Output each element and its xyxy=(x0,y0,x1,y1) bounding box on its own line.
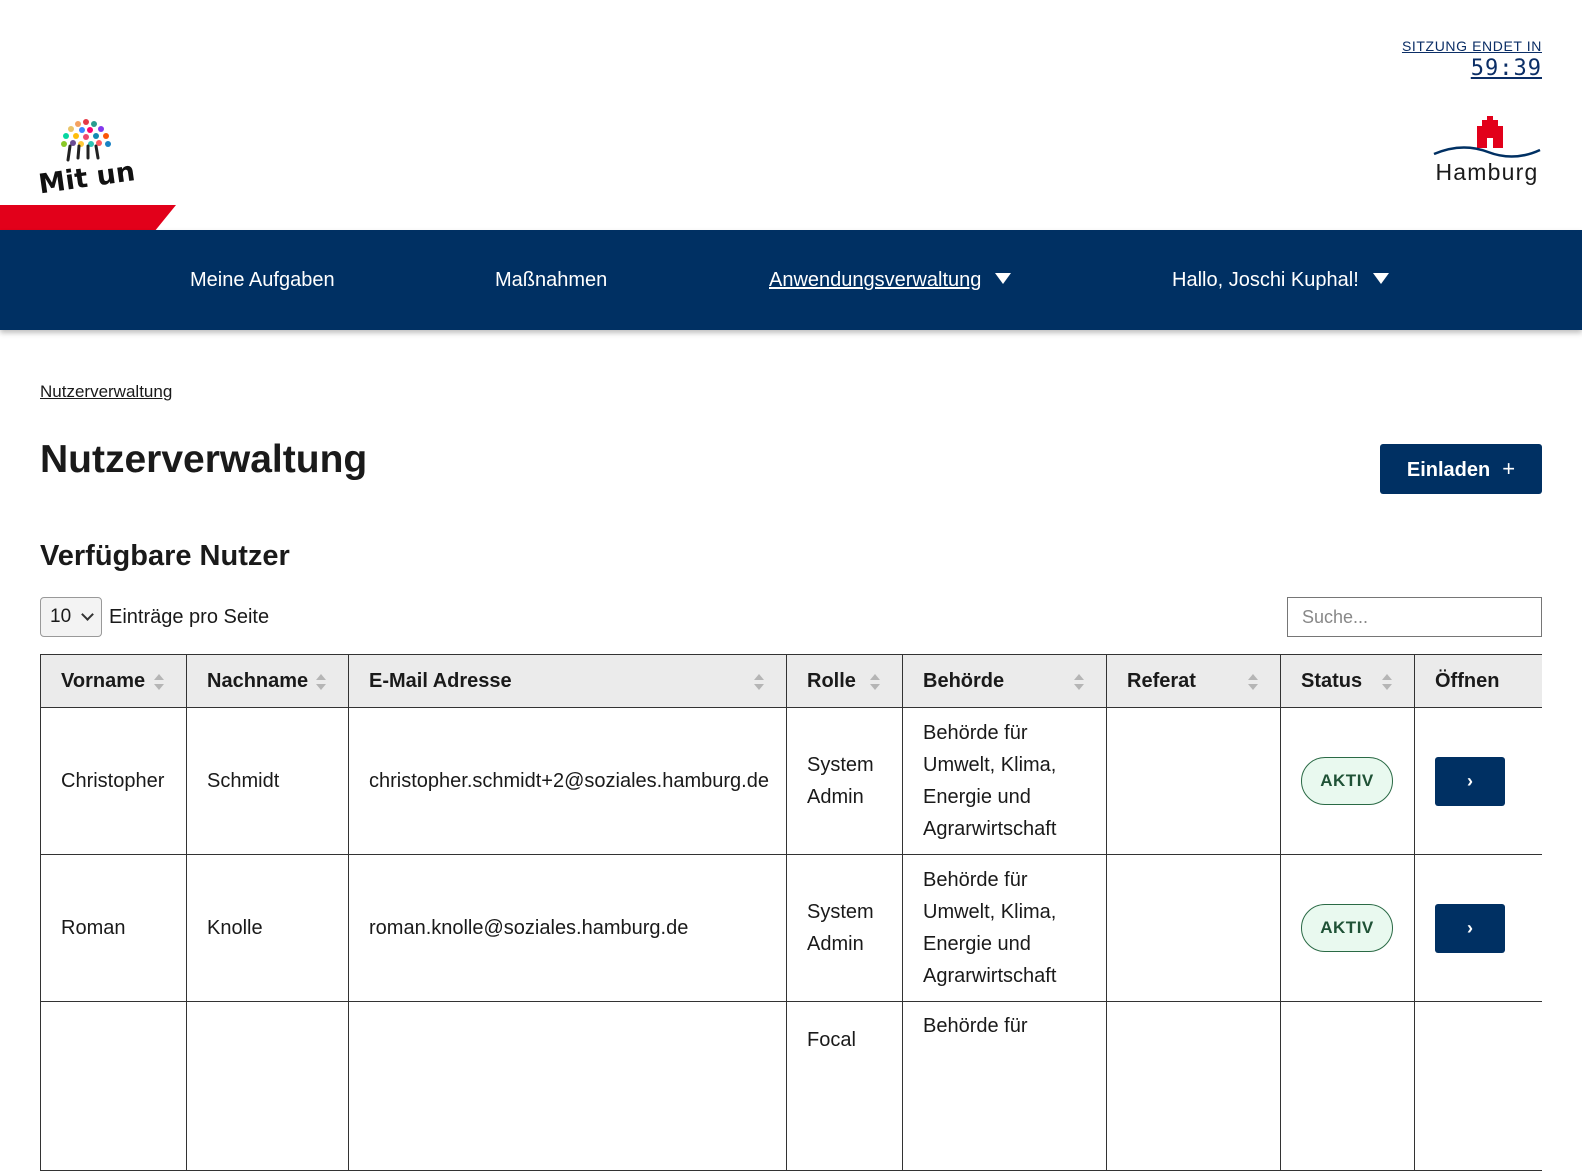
nav-label: Meine Aufgaben xyxy=(190,269,335,291)
cell-status xyxy=(1280,1001,1415,1171)
users-table: Vorname Nachname E-Mail Adresse Rolle Be… xyxy=(40,654,1542,1171)
cell-referat xyxy=(1106,1001,1281,1171)
section-title: Verfügbare Nutzer xyxy=(40,540,290,572)
column-header-label: Öffnen xyxy=(1435,669,1500,692)
cell-email: roman.knolle@soziales.hamburg.de xyxy=(348,854,787,1002)
page-title: Nutzerverwaltung xyxy=(40,438,368,481)
cell-open: › xyxy=(1414,854,1542,1002)
sort-icon[interactable] xyxy=(1382,674,1392,690)
cell-vorname xyxy=(40,1001,187,1171)
chevron-right-icon: › xyxy=(1467,917,1473,938)
column-header-oeffnen: Öffnen xyxy=(1414,654,1542,708)
svg-text:Mit uns!: Mit uns! xyxy=(38,152,134,196)
hamburg-logo-text: Hamburg xyxy=(1435,159,1539,185)
session-timer[interactable]: SITZUNG ENDET IN 59:39 xyxy=(1402,38,1542,81)
cell-nachname: Knolle xyxy=(186,854,349,1002)
cell-email xyxy=(348,1001,787,1171)
nav-label: Maßnahmen xyxy=(495,269,608,291)
column-header-label: Status xyxy=(1301,669,1363,692)
cell-nachname xyxy=(186,1001,349,1171)
column-header-nachname[interactable]: Nachname xyxy=(186,654,349,708)
nav-massnahmen[interactable]: Maßnahmen xyxy=(495,230,607,330)
column-header-status[interactable]: Status xyxy=(1280,654,1415,708)
caret-down-icon xyxy=(1372,273,1389,285)
sort-icon[interactable] xyxy=(1074,674,1084,690)
column-header-label: Rolle xyxy=(807,669,856,692)
cell-nachname: Schmidt xyxy=(186,707,349,855)
main-navigation: Meine Aufgaben Maßnahmen Anwendungsverwa… xyxy=(0,230,1582,330)
column-header-vorname[interactable]: Vorname xyxy=(40,654,187,708)
column-header-behoerde[interactable]: Behörde xyxy=(902,654,1107,708)
page-size-select[interactable]: 10 xyxy=(40,597,102,637)
nav-user-menu[interactable]: Hallo, Joschi Kuphal! xyxy=(1172,230,1389,330)
column-header-label: Nachname xyxy=(207,669,309,692)
table-row: Roman Knolle roman.knolle@soziales.hambu… xyxy=(40,854,1542,1002)
status-badge: AKTIV xyxy=(1301,757,1393,805)
page-size-control: 10 Einträge pro Seite xyxy=(40,597,269,637)
invite-button-label: Einladen xyxy=(1406,459,1491,481)
cell-vorname: Roman xyxy=(40,854,187,1002)
cell-open xyxy=(1414,1001,1542,1171)
cell-rolle: Focal xyxy=(786,1001,903,1171)
sort-icon[interactable] xyxy=(316,674,326,690)
users-table-container: Vorname Nachname E-Mail Adresse Rolle Be… xyxy=(40,654,1542,1171)
chevron-down-icon xyxy=(81,608,94,621)
table-row: Focal Behörde für xyxy=(40,1001,1542,1171)
nav-anwendungsverwaltung[interactable]: Anwendungsverwaltung xyxy=(769,230,1012,330)
column-header-referat[interactable]: Referat xyxy=(1106,654,1281,708)
column-header-email[interactable]: E-Mail Adresse xyxy=(348,654,787,708)
cell-behoerde: Behörde für Umwelt, Klima, Energie und A… xyxy=(902,854,1107,1002)
column-header-rolle[interactable]: Rolle xyxy=(786,654,903,708)
cell-status: AKTIV xyxy=(1280,707,1415,855)
invite-button[interactable]: Einladen + xyxy=(1380,444,1542,494)
cell-referat xyxy=(1106,854,1281,1002)
session-countdown[interactable]: 59:39 xyxy=(1402,56,1542,81)
chevron-right-icon: › xyxy=(1467,770,1473,791)
cell-email: christopher.schmidt+2@soziales.hamburg.d… xyxy=(348,707,787,855)
sort-icon[interactable] xyxy=(154,674,164,690)
column-header-label: Vorname xyxy=(61,669,146,692)
table-row: Christopher Schmidt christopher.schmidt+… xyxy=(40,707,1542,855)
table-header-row: Vorname Nachname E-Mail Adresse Rolle Be… xyxy=(40,654,1542,708)
plus-icon: + xyxy=(1502,456,1516,481)
nav-label: Hallo, Joschi Kuphal! xyxy=(1172,269,1359,291)
column-header-label: E-Mail Adresse xyxy=(369,669,512,692)
page-size-label: Einträge pro Seite xyxy=(109,605,270,628)
sort-icon[interactable] xyxy=(754,674,764,690)
search-input[interactable] xyxy=(1287,597,1542,637)
session-label[interactable]: SITZUNG ENDET IN xyxy=(1402,38,1542,54)
cell-vorname: Christopher xyxy=(40,707,187,855)
sort-icon[interactable] xyxy=(1248,674,1258,690)
column-header-label: Referat xyxy=(1127,669,1196,692)
nav-meine-aufgaben[interactable]: Meine Aufgaben xyxy=(190,230,335,330)
cell-open: › xyxy=(1414,707,1542,855)
hamburg-logo[interactable]: Hamburg xyxy=(1432,114,1542,194)
cell-referat xyxy=(1106,707,1281,855)
status-badge: AKTIV xyxy=(1301,904,1393,952)
breadcrumb[interactable]: Nutzerverwaltung xyxy=(40,382,172,402)
page-size-value: 10 xyxy=(50,606,72,627)
sort-icon[interactable] xyxy=(870,674,880,690)
hamburg-castle-icon xyxy=(1433,116,1541,158)
nav-label: Anwendungsverwaltung xyxy=(769,269,982,291)
mit-uns-logo[interactable]: Mit uns! xyxy=(37,116,165,200)
cell-behoerde: Behörde für Umwelt, Klima, Energie und A… xyxy=(902,707,1107,855)
caret-down-icon xyxy=(995,273,1012,285)
column-header-label: Behörde xyxy=(923,669,1005,692)
open-user-button[interactable]: › xyxy=(1435,756,1505,806)
cell-status: AKTIV xyxy=(1280,854,1415,1002)
cell-behoerde: Behörde für xyxy=(902,1001,1107,1171)
cell-rolle: System Admin xyxy=(786,854,903,1002)
cell-rolle: System Admin xyxy=(786,707,903,855)
open-user-button[interactable]: › xyxy=(1435,903,1505,953)
